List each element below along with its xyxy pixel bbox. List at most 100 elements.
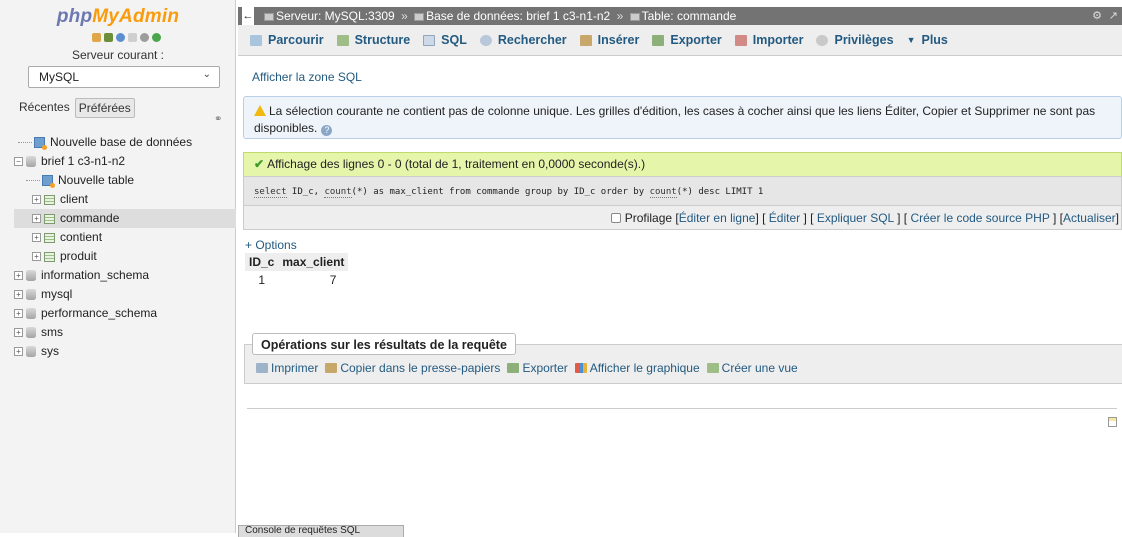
tab-structure[interactable]: Structure xyxy=(335,33,422,47)
logout-icon[interactable] xyxy=(104,33,113,42)
print-link[interactable]: Imprimer xyxy=(256,361,318,375)
tab-insert[interactable]: Insérer xyxy=(578,33,651,47)
breadcrumb-database[interactable]: Base de données: brief 1 c3-n1-n2 xyxy=(426,9,610,23)
expand-icon[interactable]: + xyxy=(32,214,41,224)
tab-import[interactable]: Importer xyxy=(733,33,815,47)
settings-icon[interactable] xyxy=(140,33,149,42)
operation-label: Imprimer xyxy=(271,361,319,375)
expand-icon[interactable]: + xyxy=(32,195,41,205)
sql-console-tab[interactable]: Console de requêtes SQL xyxy=(238,525,404,537)
sql-keyword[interactable]: select xyxy=(254,187,287,198)
create-view-link[interactable]: Créer une vue xyxy=(706,361,798,375)
tab-label: SQL xyxy=(441,33,467,47)
explain-sql-link[interactable]: Expliquer SQL xyxy=(817,211,894,225)
tree-item-label: contient xyxy=(60,230,103,244)
breadcrumb-separator: » xyxy=(401,9,408,23)
tree-item-mysql[interactable]: + mysql xyxy=(14,285,236,304)
divider xyxy=(247,408,1117,409)
expand-icon[interactable]: + xyxy=(32,233,41,243)
tab-export[interactable]: Exporter xyxy=(650,33,732,47)
checkmark-icon: ✔ xyxy=(254,157,265,171)
column-header-max-client[interactable]: max_client xyxy=(278,253,349,272)
options-toggle[interactable]: + Options xyxy=(245,238,297,252)
tab-label: Structure xyxy=(354,33,411,47)
expand-icon[interactable]: + xyxy=(14,271,23,281)
server-select[interactable]: MySQL ⌄ xyxy=(28,66,220,88)
reload-icon[interactable] xyxy=(152,33,161,42)
back-arrow-icon[interactable]: ← xyxy=(242,7,254,25)
expand-icon[interactable]: + xyxy=(14,347,23,357)
results-table: ID_c max_client 1 7 xyxy=(245,253,349,288)
expand-icon[interactable]: + xyxy=(14,290,23,300)
edit-link[interactable]: Éditer xyxy=(769,211,800,225)
show-sql-area-link[interactable]: Afficher la zone SQL xyxy=(252,70,362,84)
sql-function[interactable]: count xyxy=(324,187,352,198)
table-header-row: ID_c max_client xyxy=(245,253,349,272)
help-icon[interactable] xyxy=(116,33,125,42)
database-icon xyxy=(26,156,36,168)
collapse-icon[interactable]: − xyxy=(14,157,23,167)
breadcrumb-server[interactable]: Serveur: MySQL:3309 xyxy=(276,9,395,23)
breadcrumb-table[interactable]: Table: commande xyxy=(642,9,737,23)
show-chart-link[interactable]: Afficher le graphique xyxy=(574,361,700,375)
expand-icon[interactable]: + xyxy=(14,328,23,338)
edit-inline-link[interactable]: Éditer en ligne xyxy=(679,211,756,225)
copy-clipboard-link[interactable]: Copier dans le presse-papiers xyxy=(325,361,500,375)
tree-item-sms[interactable]: + sms xyxy=(14,323,236,342)
link-icon[interactable]: ⚭ xyxy=(214,114,222,125)
page-settings-icon[interactable] xyxy=(1108,417,1117,427)
tab-more[interactable]: ▼ Plus xyxy=(905,33,959,47)
docs-icon[interactable] xyxy=(128,33,137,42)
tree-item-brief-db[interactable]: − brief 1 c3-n1-n2 xyxy=(14,152,236,171)
tree-item-label: information_schema xyxy=(41,268,150,282)
tab-sql[interactable]: SQL xyxy=(421,33,478,47)
tree-branch xyxy=(18,142,32,144)
export-link[interactable]: Exporter xyxy=(507,361,568,375)
tree-item-commande[interactable]: + commande xyxy=(14,209,236,228)
sql-function[interactable]: count xyxy=(649,187,677,198)
executed-query: select ID_c, count(*) as max_client from… xyxy=(243,176,1122,206)
tab-recentes[interactable]: Récentes xyxy=(16,98,73,118)
home-icon[interactable] xyxy=(92,33,101,42)
create-php-code-link[interactable]: Créer le code source PHP xyxy=(910,211,1049,225)
nav-tabs: Récentes Préférées xyxy=(16,98,135,118)
tree-item-performance-schema[interactable]: + performance_schema xyxy=(14,304,236,323)
expand-icon[interactable]: + xyxy=(14,309,23,319)
column-header-id-c[interactable]: ID_c xyxy=(245,253,279,272)
sql-text: ID_c, xyxy=(286,187,325,197)
tree-item-client[interactable]: + client xyxy=(14,190,236,209)
query-operations-links: Imprimer Copier dans le presse-papiers E… xyxy=(256,361,801,375)
tab-privileges[interactable]: Privilèges xyxy=(814,33,904,47)
new-database-icon xyxy=(34,137,47,151)
table-icon xyxy=(44,213,55,224)
tree-item-contient[interactable]: + contient xyxy=(14,228,236,247)
operation-label: Créer une vue xyxy=(721,361,798,375)
tree-item-information-schema[interactable]: + information_schema xyxy=(14,266,236,285)
expand-icon[interactable]: + xyxy=(32,252,41,262)
tree-item-new-table[interactable]: Nouvelle table xyxy=(14,171,236,190)
tab-label: Privilèges xyxy=(834,33,894,47)
clipboard-icon xyxy=(325,363,338,373)
dropdown-arrow-icon: ▼ xyxy=(906,35,916,45)
help-icon[interactable]: ? xyxy=(321,125,333,136)
table-cell: 1 xyxy=(258,273,266,287)
tree-item-label: commande xyxy=(60,211,120,225)
tree-item-sys[interactable]: + sys xyxy=(14,342,236,361)
tab-search[interactable]: Rechercher xyxy=(478,33,578,47)
tab-preferees[interactable]: Préférées xyxy=(74,98,135,118)
tree-item-label: sms xyxy=(41,325,63,339)
server-label: Serveur courant : xyxy=(71,48,165,62)
tab-browse[interactable]: Parcourir xyxy=(248,33,335,47)
collapse-icon[interactable]: ↗ xyxy=(1109,7,1118,25)
gear-icon[interactable]: ⚙ xyxy=(1092,7,1102,25)
profiling-checkbox[interactable] xyxy=(610,213,621,223)
refresh-link[interactable]: Actualiser xyxy=(1063,211,1116,225)
phpmyadmin-logo[interactable]: phpMyAdmin xyxy=(0,6,236,28)
tree-item-new-database[interactable]: Nouvelle base de données xyxy=(14,133,236,152)
tree-item-label: brief 1 c3-n1-n2 xyxy=(41,154,126,168)
breadcrumb-separator: » xyxy=(616,9,624,23)
logo-myadmin: MyAdmin xyxy=(92,6,180,27)
chart-icon xyxy=(574,363,587,373)
tree-item-produit[interactable]: + produit xyxy=(14,247,236,266)
tree-item-label: mysql xyxy=(41,287,73,301)
